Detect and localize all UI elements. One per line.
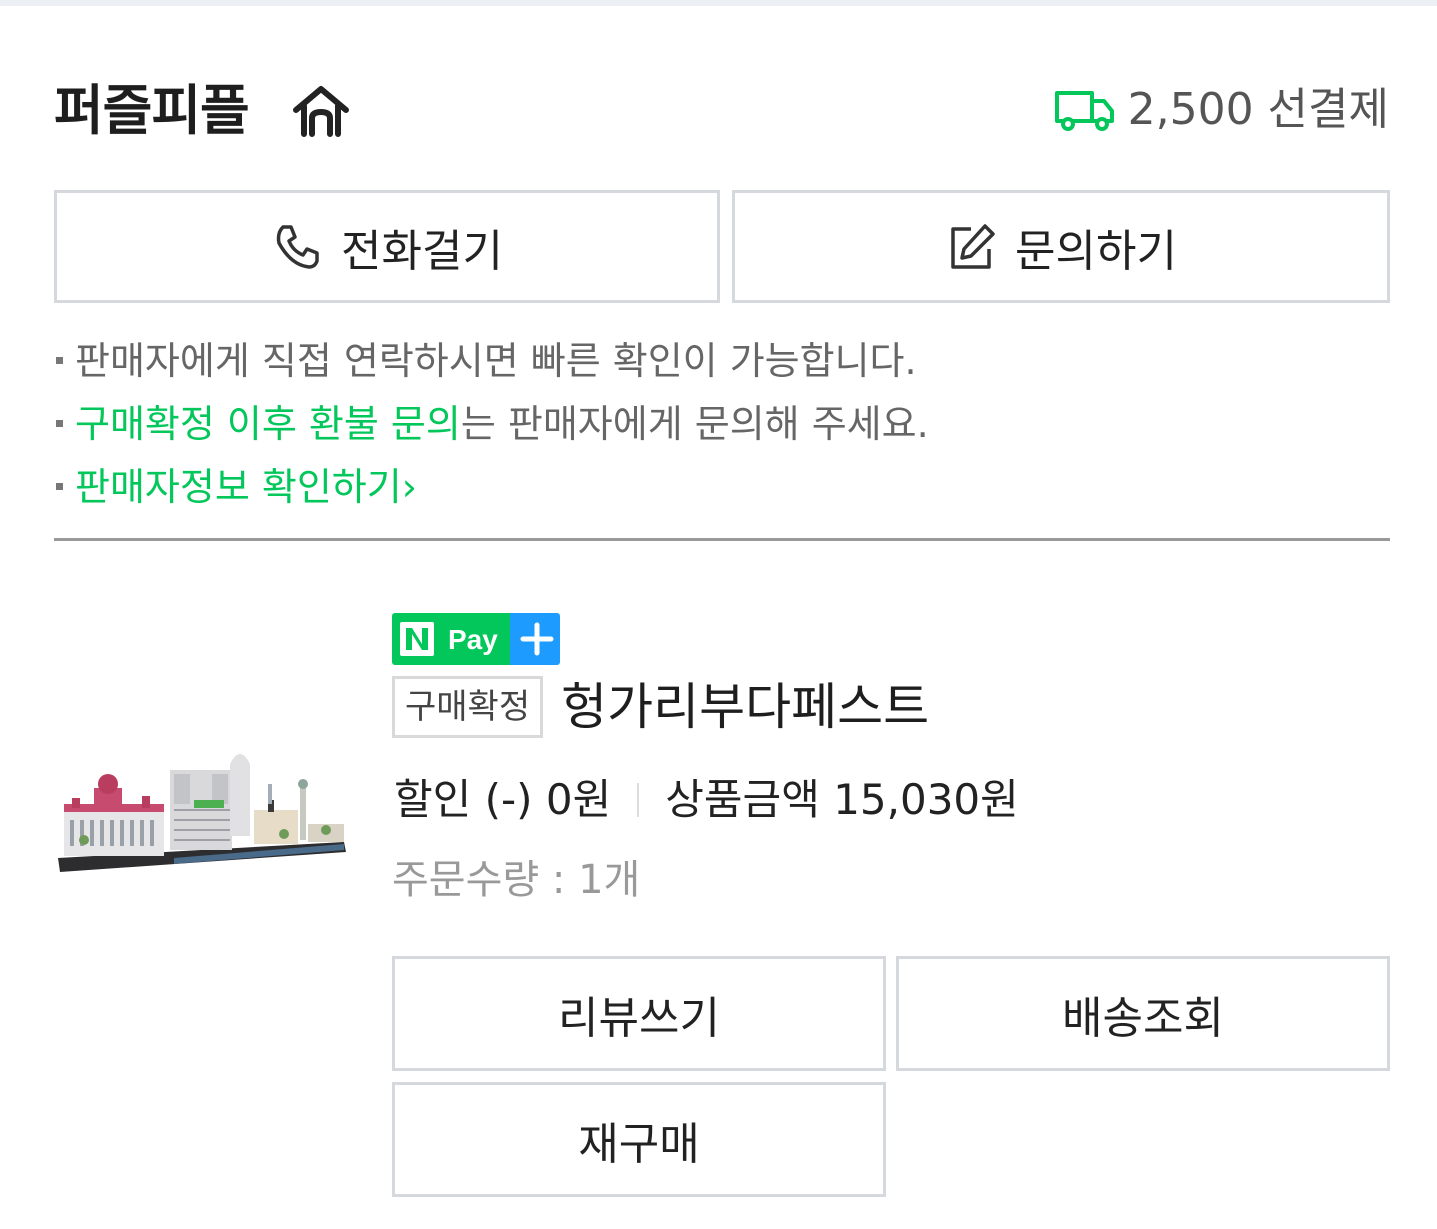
seller-info-link[interactable]: 판매자정보 확인하기 xyxy=(75,465,402,509)
refund-text: 는 판매자에게 문의해 주세요. xyxy=(460,402,929,446)
note-text: 판매자에게 직접 연락하시면 빠른 확인이 가능합니다. xyxy=(75,339,917,383)
shipping-fee: 2,500 선결제 xyxy=(1127,84,1389,135)
write-review-button[interactable]: 리뷰쓰기 xyxy=(392,956,886,1071)
discount-amount: 할인 (-) 0원 xyxy=(394,775,612,824)
divider xyxy=(54,538,1390,541)
separator xyxy=(637,783,640,817)
note-refund: 구매확정 이후 환불 문의는 판매자에게 문의해 주세요. xyxy=(56,393,1386,456)
note-seller-info: 판매자정보 확인하기› xyxy=(56,456,1386,519)
bullet xyxy=(56,420,63,427)
repurchase-label: 재구매 xyxy=(578,1118,700,1170)
top-strip xyxy=(0,0,1437,6)
call-button[interactable]: 전화걸기 xyxy=(54,190,720,303)
call-button-label: 전화걸기 xyxy=(341,225,503,277)
repurchase-button[interactable]: 재구매 xyxy=(392,1082,886,1197)
product-thumbnail[interactable] xyxy=(54,740,354,890)
bullet xyxy=(56,483,63,490)
track-delivery-button[interactable]: 배송조회 xyxy=(896,956,1390,1071)
npay-plus-badge: Pay xyxy=(392,613,560,665)
refund-highlight: 구매확정 이후 환불 문의 xyxy=(75,402,461,446)
edit-icon xyxy=(951,223,995,269)
bullet xyxy=(56,357,63,364)
note-direct-contact: 판매자에게 직접 연락하시면 빠른 확인이 가능합니다. xyxy=(56,330,1386,393)
product-title-row: 구매확정 헝가리부다페스트 xyxy=(392,676,929,738)
price-row: 할인 (-) 0원 상품금액 15,030원 xyxy=(394,770,1019,830)
store-name[interactable]: 퍼즐피플 xyxy=(54,76,250,146)
order-status-badge: 구매확정 xyxy=(392,676,544,738)
order-quantity: 주문수량 : 1개 xyxy=(392,857,641,903)
home-icon[interactable] xyxy=(290,84,352,138)
product-price: 상품금액 15,030원 xyxy=(665,775,1019,824)
phone-icon xyxy=(276,224,319,269)
product-title[interactable]: 헝가리부다페스트 xyxy=(561,676,929,738)
track-delivery-label: 배송조회 xyxy=(1062,992,1224,1044)
write-review-label: 리뷰쓰기 xyxy=(558,992,720,1044)
inquiry-button-label: 문의하기 xyxy=(1015,225,1177,277)
shipping-info: 2,500 선결제 xyxy=(1054,80,1389,140)
inquiry-button[interactable]: 문의하기 xyxy=(732,190,1390,303)
chevron-right-icon[interactable]: › xyxy=(402,465,417,509)
truck-icon xyxy=(1054,91,1114,131)
seller-notes: 판매자에게 직접 연락하시면 빠른 확인이 가능합니다. 구매확정 이후 환불 … xyxy=(56,330,1386,519)
svg-text:Pay: Pay xyxy=(448,624,498,655)
